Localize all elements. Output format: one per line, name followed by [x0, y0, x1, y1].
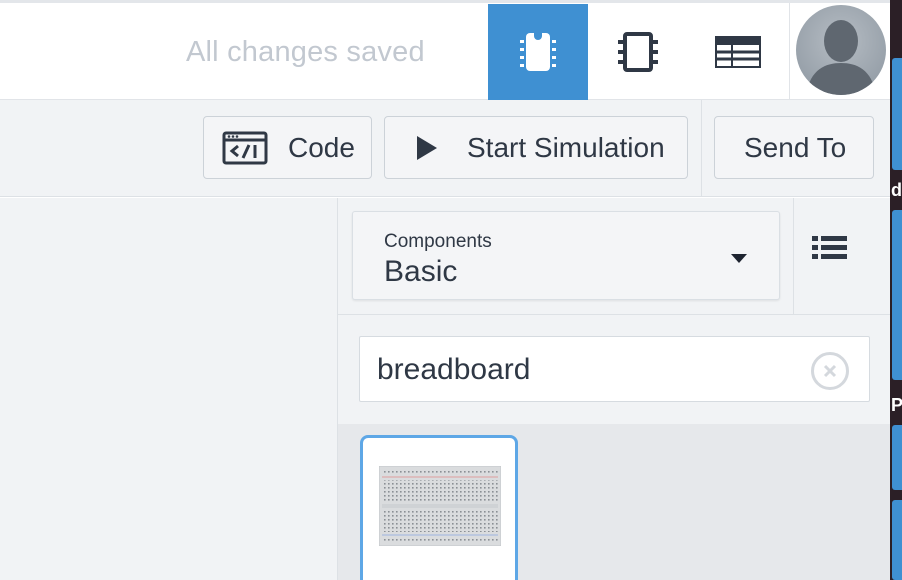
- search-results: [338, 424, 891, 580]
- search-input[interactable]: breadboard: [377, 353, 530, 387]
- code-label: Code: [288, 131, 355, 163]
- send-to-label: Send To: [744, 131, 847, 163]
- breadboard-icon: [520, 33, 556, 71]
- components-dropdown[interactable]: Components Basic: [352, 211, 780, 300]
- toolbar-divider: [701, 100, 702, 197]
- components-dropdown-value: Basic: [384, 255, 458, 288]
- user-silhouette-icon: [806, 20, 876, 95]
- schematic-view-button[interactable]: [588, 4, 688, 100]
- edge-text: PT: [891, 395, 902, 415]
- table-icon: [715, 36, 761, 68]
- adjacent-window-edge: d PT: [890, 0, 902, 580]
- code-icon: [222, 131, 268, 164]
- send-to-button[interactable]: Send To: [714, 116, 874, 179]
- panel-divider: [793, 198, 794, 314]
- search-field[interactable]: breadboard: [359, 336, 870, 402]
- caret-down-icon: [731, 254, 747, 263]
- clear-search-button[interactable]: [811, 352, 849, 390]
- chip-icon: [618, 32, 658, 72]
- avatar[interactable]: [796, 5, 886, 95]
- list-icon: [812, 236, 847, 259]
- circuit-view-button[interactable]: [488, 4, 588, 100]
- top-bar: All changes saved: [0, 0, 890, 100]
- close-icon: [823, 364, 837, 378]
- edge-text: d: [891, 180, 902, 200]
- edge-block: [892, 500, 902, 580]
- workplane-canvas[interactable]: [0, 198, 337, 580]
- avatar-container: [789, 3, 890, 100]
- components-panel: Components Basic breadboard: [337, 198, 891, 580]
- edge-block: [892, 425, 902, 490]
- panel-separator: [338, 314, 891, 315]
- breadboard-thumbnail: [379, 466, 501, 546]
- list-view-toggle[interactable]: [810, 232, 856, 272]
- components-dropdown-label: Components: [384, 231, 492, 252]
- code-button[interactable]: Code: [203, 116, 372, 179]
- play-icon: [417, 135, 437, 160]
- start-simulation-label: Start Simulation: [467, 131, 665, 163]
- breadboard-component-card[interactable]: [360, 435, 518, 580]
- save-status: All changes saved: [186, 36, 425, 68]
- start-simulation-button[interactable]: Start Simulation: [384, 116, 688, 179]
- edge-block: [892, 210, 902, 380]
- edge-block: [892, 58, 902, 170]
- toolbar: Code Start Simulation Send To: [0, 100, 890, 197]
- component-list-view-button[interactable]: [688, 4, 788, 100]
